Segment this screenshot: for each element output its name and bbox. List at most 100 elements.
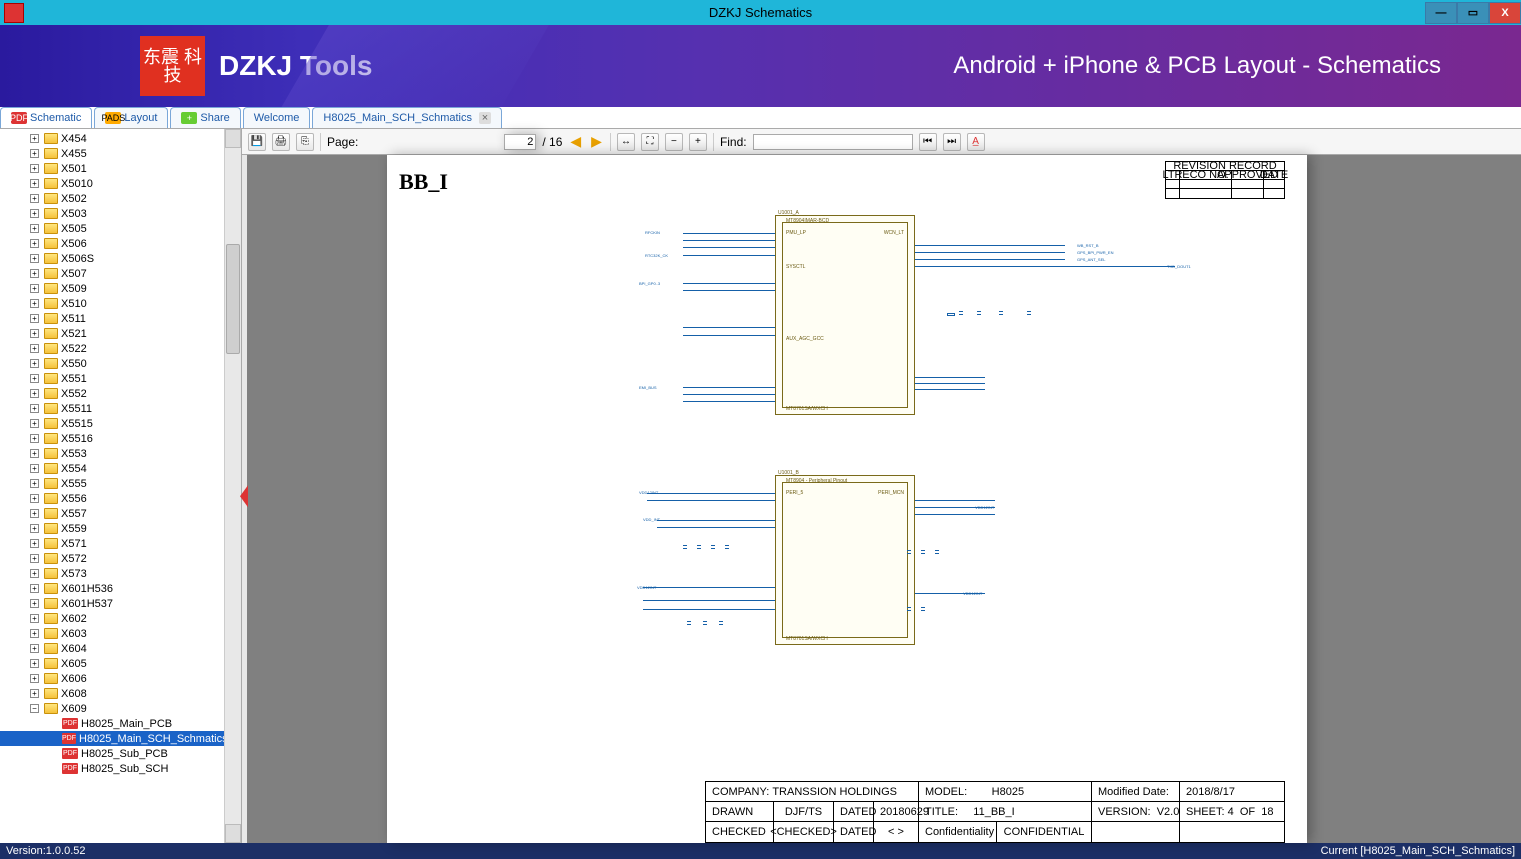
tree-folder[interactable]: +X505 bbox=[0, 221, 224, 236]
tree-folder[interactable]: +X5516 bbox=[0, 431, 224, 446]
tree-folder[interactable]: +X510 bbox=[0, 296, 224, 311]
expander-icon[interactable]: + bbox=[30, 494, 39, 503]
expander-icon[interactable]: + bbox=[30, 584, 39, 593]
highlight-button[interactable]: A̲ bbox=[967, 133, 985, 151]
tab-document[interactable]: H8025_Main_SCH_Schmatics× bbox=[312, 107, 502, 128]
expander-icon[interactable]: + bbox=[30, 359, 39, 368]
tree-file[interactable]: PDFH8025_Main_PCB bbox=[0, 716, 224, 731]
tree-folder[interactable]: +X606 bbox=[0, 671, 224, 686]
close-button[interactable]: X bbox=[1489, 2, 1521, 24]
expander-icon[interactable]: + bbox=[30, 569, 39, 578]
maximize-button[interactable]: ▭ bbox=[1457, 2, 1489, 24]
expander-icon[interactable]: − bbox=[30, 704, 39, 713]
expander-icon[interactable]: + bbox=[30, 434, 39, 443]
tree-folder[interactable]: +X507 bbox=[0, 266, 224, 281]
expander-icon[interactable]: + bbox=[30, 674, 39, 683]
tree-folder[interactable]: +X605 bbox=[0, 656, 224, 671]
expander-icon[interactable]: + bbox=[30, 614, 39, 623]
expander-icon[interactable]: + bbox=[30, 254, 39, 263]
minimize-button[interactable]: — bbox=[1425, 2, 1457, 24]
tree-folder[interactable]: +X5511 bbox=[0, 401, 224, 416]
tree-folder[interactable]: +X559 bbox=[0, 521, 224, 536]
expander-icon[interactable]: + bbox=[30, 299, 39, 308]
zoom-out-button[interactable]: − bbox=[665, 133, 683, 151]
expander-icon[interactable]: + bbox=[30, 539, 39, 548]
tree-folder[interactable]: +X509 bbox=[0, 281, 224, 296]
expander-icon[interactable]: + bbox=[30, 164, 39, 173]
tree-folder[interactable]: +X522 bbox=[0, 341, 224, 356]
tree-folder[interactable]: +X552 bbox=[0, 386, 224, 401]
expander-icon[interactable]: + bbox=[30, 629, 39, 638]
tab-layout[interactable]: PADSLayout bbox=[94, 107, 168, 128]
tree-folder[interactable]: +X601H537 bbox=[0, 596, 224, 611]
tab-close-icon[interactable]: × bbox=[479, 112, 491, 124]
fit-width-button[interactable]: ↔ bbox=[617, 133, 635, 151]
tree-folder[interactable]: +X556 bbox=[0, 491, 224, 506]
tree-folder[interactable]: +X455 bbox=[0, 146, 224, 161]
copy-button[interactable]: ⎘ bbox=[296, 133, 314, 151]
expander-icon[interactable]: + bbox=[30, 134, 39, 143]
tree-folder[interactable]: +X501 bbox=[0, 161, 224, 176]
tree-file[interactable]: PDFH8025_Sub_PCB bbox=[0, 746, 224, 761]
expander-icon[interactable]: + bbox=[30, 224, 39, 233]
tree-folder[interactable]: +X506 bbox=[0, 236, 224, 251]
expander-icon[interactable]: + bbox=[30, 179, 39, 188]
print-button[interactable]: 🖨 bbox=[272, 133, 290, 151]
expander-icon[interactable]: + bbox=[30, 509, 39, 518]
zoom-in-button[interactable]: + bbox=[689, 133, 707, 151]
expander-icon[interactable]: + bbox=[30, 599, 39, 608]
expander-icon[interactable]: + bbox=[30, 314, 39, 323]
scrollbar[interactable] bbox=[224, 129, 241, 843]
expander-icon[interactable]: + bbox=[30, 344, 39, 353]
tree-folder[interactable]: +X511 bbox=[0, 311, 224, 326]
splitter[interactable] bbox=[242, 155, 247, 843]
tree-folder[interactable]: −X609 bbox=[0, 701, 224, 716]
tree-folder[interactable]: +X602 bbox=[0, 611, 224, 626]
tree-folder[interactable]: +X521 bbox=[0, 326, 224, 341]
expander-icon[interactable]: + bbox=[30, 449, 39, 458]
tab-welcome[interactable]: Welcome bbox=[243, 107, 311, 128]
tree-folder[interactable]: +X608 bbox=[0, 686, 224, 701]
tree-file[interactable]: PDFH8025_Sub_SCH bbox=[0, 761, 224, 776]
tree-folder[interactable]: +X506S bbox=[0, 251, 224, 266]
expander-icon[interactable]: + bbox=[30, 374, 39, 383]
tree-folder[interactable]: +X603 bbox=[0, 626, 224, 641]
splitter-handle-icon[interactable] bbox=[240, 485, 248, 507]
tree-folder[interactable]: +X502 bbox=[0, 191, 224, 206]
expander-icon[interactable]: + bbox=[30, 464, 39, 473]
tab-schematic[interactable]: PDFSchematic bbox=[0, 107, 92, 128]
tree-folder[interactable]: +X454 bbox=[0, 131, 224, 146]
fit-page-button[interactable]: ⛶ bbox=[641, 133, 659, 151]
tree-view[interactable]: +X454+X455+X501+X5010+X502+X503+X505+X50… bbox=[0, 129, 224, 843]
expander-icon[interactable]: + bbox=[30, 644, 39, 653]
tree-folder[interactable]: +X571 bbox=[0, 536, 224, 551]
expander-icon[interactable]: + bbox=[30, 149, 39, 158]
find-input[interactable] bbox=[753, 134, 913, 150]
tree-folder[interactable]: +X5515 bbox=[0, 416, 224, 431]
expander-icon[interactable]: + bbox=[30, 194, 39, 203]
expander-icon[interactable]: + bbox=[30, 404, 39, 413]
scroll-thumb[interactable] bbox=[226, 244, 240, 354]
expander-icon[interactable]: + bbox=[30, 209, 39, 218]
find-prev-button[interactable]: ⏮ bbox=[919, 133, 937, 151]
save-button[interactable]: 💾 bbox=[248, 133, 266, 151]
expander-icon[interactable]: + bbox=[30, 269, 39, 278]
tree-folder[interactable]: +X551 bbox=[0, 371, 224, 386]
tree-file[interactable]: PDFH8025_Main_SCH_Schmatics bbox=[0, 731, 224, 746]
tree-folder[interactable]: +X553 bbox=[0, 446, 224, 461]
page-input[interactable] bbox=[504, 134, 536, 150]
expander-icon[interactable]: + bbox=[30, 239, 39, 248]
viewer[interactable]: BB_I REVISION RECORD LTRECO NO.APPROVEDD… bbox=[242, 155, 1521, 843]
expander-icon[interactable]: + bbox=[30, 284, 39, 293]
tree-folder[interactable]: +X550 bbox=[0, 356, 224, 371]
tree-folder[interactable]: +X554 bbox=[0, 461, 224, 476]
expander-icon[interactable]: + bbox=[30, 554, 39, 563]
tree-folder[interactable]: +X555 bbox=[0, 476, 224, 491]
next-page-button[interactable]: ▶ bbox=[589, 133, 604, 150]
tree-folder[interactable]: +X573 bbox=[0, 566, 224, 581]
expander-icon[interactable]: + bbox=[30, 659, 39, 668]
expander-icon[interactable]: + bbox=[30, 389, 39, 398]
expander-icon[interactable]: + bbox=[30, 479, 39, 488]
tree-folder[interactable]: +X572 bbox=[0, 551, 224, 566]
expander-icon[interactable]: + bbox=[30, 689, 39, 698]
